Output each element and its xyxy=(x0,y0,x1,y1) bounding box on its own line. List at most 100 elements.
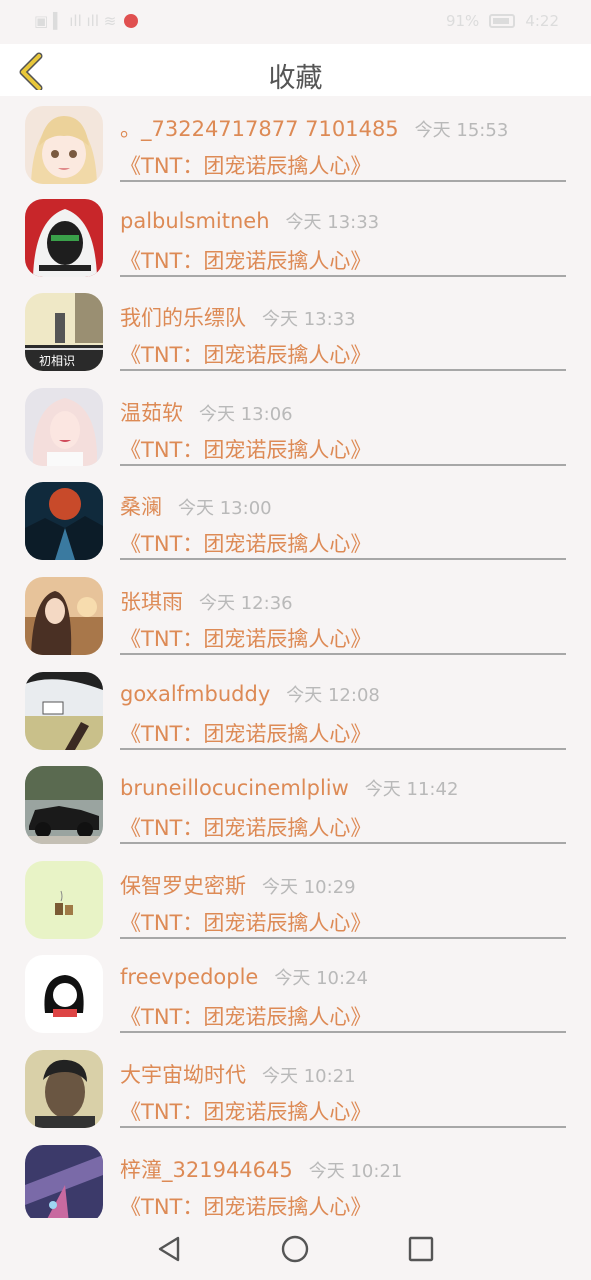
book-title[interactable]: 《TNT：团宠诺辰擒人心》 xyxy=(120,812,371,842)
list-item[interactable]: 。_73224717877 7101485 今天 15:53 《TNT：团宠诺辰… xyxy=(0,96,591,191)
user-name: bruneillocucinemlpliw xyxy=(120,776,349,801)
list-item[interactable]: 保智罗史密斯 今天 10:29 《TNT：团宠诺辰擒人心》 xyxy=(0,853,591,948)
list-item[interactable]: 桑澜 今天 13:00 《TNT：团宠诺辰擒人心》 xyxy=(0,474,591,569)
timestamp: 今天 11:42 xyxy=(364,779,459,801)
page-title: 收藏 xyxy=(268,63,323,94)
divider xyxy=(120,652,566,655)
user-name: 大宇宙坳时代 xyxy=(120,1062,246,1087)
book-title[interactable]: 《TNT：团宠诺辰擒人心》 xyxy=(120,150,371,180)
title-bar: 收藏 xyxy=(0,44,591,96)
user-name: 张琪雨 xyxy=(120,589,183,614)
square-recents-icon xyxy=(408,1236,434,1262)
name-line: freevpedople 今天 10:24 xyxy=(120,964,368,990)
user-name: 我们的乐缥队 xyxy=(120,306,246,331)
timestamp: 今天 10:24 xyxy=(274,968,368,990)
signal-icons: ▣ ▍ ıll ıll ≋ xyxy=(34,12,117,30)
avatar xyxy=(25,671,103,750)
avatar xyxy=(25,482,103,561)
user-name: 桑澜 xyxy=(120,495,162,520)
book-title[interactable]: 《TNT：团宠诺辰擒人心》 xyxy=(120,528,371,558)
list-item[interactable]: 温茹软 今天 13:06 《TNT：团宠诺辰擒人心》 xyxy=(0,380,591,475)
divider xyxy=(120,1125,566,1128)
user-name: 。_73224717877 7101485 xyxy=(120,117,399,141)
list-item[interactable]: 初相识 我们的乐缥队 今天 13:33 《TNT：团宠诺辰擒人心》 xyxy=(0,285,591,380)
name-line: 桑澜 今天 13:00 xyxy=(120,491,272,521)
avatar xyxy=(25,106,103,184)
divider xyxy=(120,463,566,466)
divider xyxy=(120,747,566,750)
name-line: 保智罗史密斯 今天 10:29 xyxy=(120,870,356,900)
favorites-list: 。_73224717877 7101485 今天 15:53 《TNT：团宠诺辰… xyxy=(0,96,591,1218)
divider xyxy=(120,558,566,561)
name-line: 梓潼_321944645 今天 10:21 xyxy=(120,1154,402,1184)
timestamp: 今天 10:21 xyxy=(308,1160,403,1182)
clock: 4:22 xyxy=(525,12,559,30)
name-line: 我们的乐缥队 今天 13:33 xyxy=(120,302,356,332)
list-item[interactable]: freevpedople 今天 10:24 《TNT：团宠诺辰擒人心》 xyxy=(0,947,591,1042)
name-line: palbulsmitneh 今天 13:33 xyxy=(120,208,379,234)
list-item[interactable]: bruneillocucinemlpliw 今天 11:42 《TNT：团宠诺辰… xyxy=(0,758,591,853)
avatar: 初相识 xyxy=(25,293,103,372)
timestamp: 今天 13:33 xyxy=(285,211,380,233)
divider xyxy=(120,936,566,939)
book-title[interactable]: 《TNT：团宠诺辰擒人心》 xyxy=(120,1096,371,1126)
battery-percent: 91% xyxy=(445,12,480,30)
user-name: 梓潼_321944645 xyxy=(120,1157,293,1182)
avatar xyxy=(25,860,103,939)
avatar xyxy=(25,387,103,466)
book-title[interactable]: 《TNT：团宠诺辰擒人心》 xyxy=(120,623,371,653)
triangle-back-icon xyxy=(158,1236,180,1262)
list-item[interactable]: palbulsmitneh 今天 13:33 《TNT：团宠诺辰擒人心》 xyxy=(0,191,591,286)
timestamp: 今天 10:21 xyxy=(262,1065,356,1087)
avatar xyxy=(25,955,103,1034)
circle-home-icon xyxy=(281,1235,309,1263)
user-name: freevpedople xyxy=(120,965,259,990)
name-line: goxalfmbuddy 今天 12:08 xyxy=(120,681,380,707)
divider xyxy=(120,1031,566,1034)
svg-text:初相识: 初相识 xyxy=(39,354,75,368)
list-item[interactable]: 梓潼_321944645 今天 10:21 《TNT：团宠诺辰擒人心》 xyxy=(0,1137,591,1218)
status-right: 91% 4:22 xyxy=(446,12,559,30)
list-item[interactable]: goxalfmbuddy 今天 12:08 《TNT：团宠诺辰擒人心》 xyxy=(0,664,591,759)
book-title[interactable]: 《TNT：团宠诺辰擒人心》 xyxy=(120,434,371,464)
timestamp: 今天 13:33 xyxy=(262,309,356,331)
book-title[interactable]: 《TNT：团宠诺辰擒人心》 xyxy=(120,245,371,275)
user-name: 保智罗史密斯 xyxy=(120,873,246,898)
name-line: 大宇宙坳时代 今天 10:21 xyxy=(120,1059,356,1089)
status-bar: ▣ ▍ ıll ıll ≋ 91% 4:22 xyxy=(0,0,591,44)
user-name: goxalfmbuddy xyxy=(120,681,271,706)
book-title[interactable]: 《TNT：团宠诺辰擒人心》 xyxy=(120,907,371,937)
screen: ▣ ▍ ıll ıll ≋ 91% 4:22 收藏 。_73224717877 … xyxy=(0,0,591,1280)
book-title[interactable]: 《TNT：团宠诺辰擒人心》 xyxy=(120,718,371,748)
timestamp: 今天 15:53 xyxy=(414,120,509,141)
avatar xyxy=(25,766,103,845)
name-line: 张琪雨 今天 12:36 xyxy=(120,586,293,616)
timestamp: 今天 10:29 xyxy=(262,876,356,898)
list-item[interactable]: 大宇宙坳时代 今天 10:21 《TNT：团宠诺辰擒人心》 xyxy=(0,1042,591,1137)
timestamp: 今天 13:00 xyxy=(178,498,272,520)
book-title[interactable]: 《TNT：团宠诺辰擒人心》 xyxy=(120,1001,371,1031)
name-line: bruneillocucinemlpliw 今天 11:42 xyxy=(120,775,458,801)
avatar xyxy=(25,576,103,655)
timestamp: 今天 13:06 xyxy=(199,403,293,425)
name-line: 。_73224717877 7101485 今天 15:53 xyxy=(120,113,508,143)
app-notification-icon xyxy=(124,14,139,28)
book-title[interactable]: 《TNT：团宠诺辰擒人心》 xyxy=(120,339,371,369)
divider xyxy=(120,180,566,182)
divider xyxy=(120,842,566,845)
status-left: ▣ ▍ ıll ıll ≋ xyxy=(34,12,139,30)
divider xyxy=(120,369,566,372)
list-item[interactable]: 张琪雨 今天 12:36 《TNT：团宠诺辰擒人心》 xyxy=(0,569,591,664)
nav-recents-button[interactable] xyxy=(406,1234,436,1264)
avatar xyxy=(25,198,103,277)
battery-icon xyxy=(489,14,516,28)
timestamp: 今天 12:08 xyxy=(286,684,380,706)
nav-home-button[interactable] xyxy=(280,1234,310,1264)
name-line: 温茹软 今天 13:06 xyxy=(120,397,293,427)
user-name: palbulsmitneh xyxy=(120,208,270,233)
user-name: 温茹软 xyxy=(120,400,183,425)
nav-back-button[interactable] xyxy=(154,1234,184,1264)
timestamp: 今天 12:36 xyxy=(199,592,293,614)
book-title[interactable]: 《TNT：团宠诺辰擒人心》 xyxy=(120,1191,371,1218)
navigation-bar xyxy=(0,1218,591,1280)
